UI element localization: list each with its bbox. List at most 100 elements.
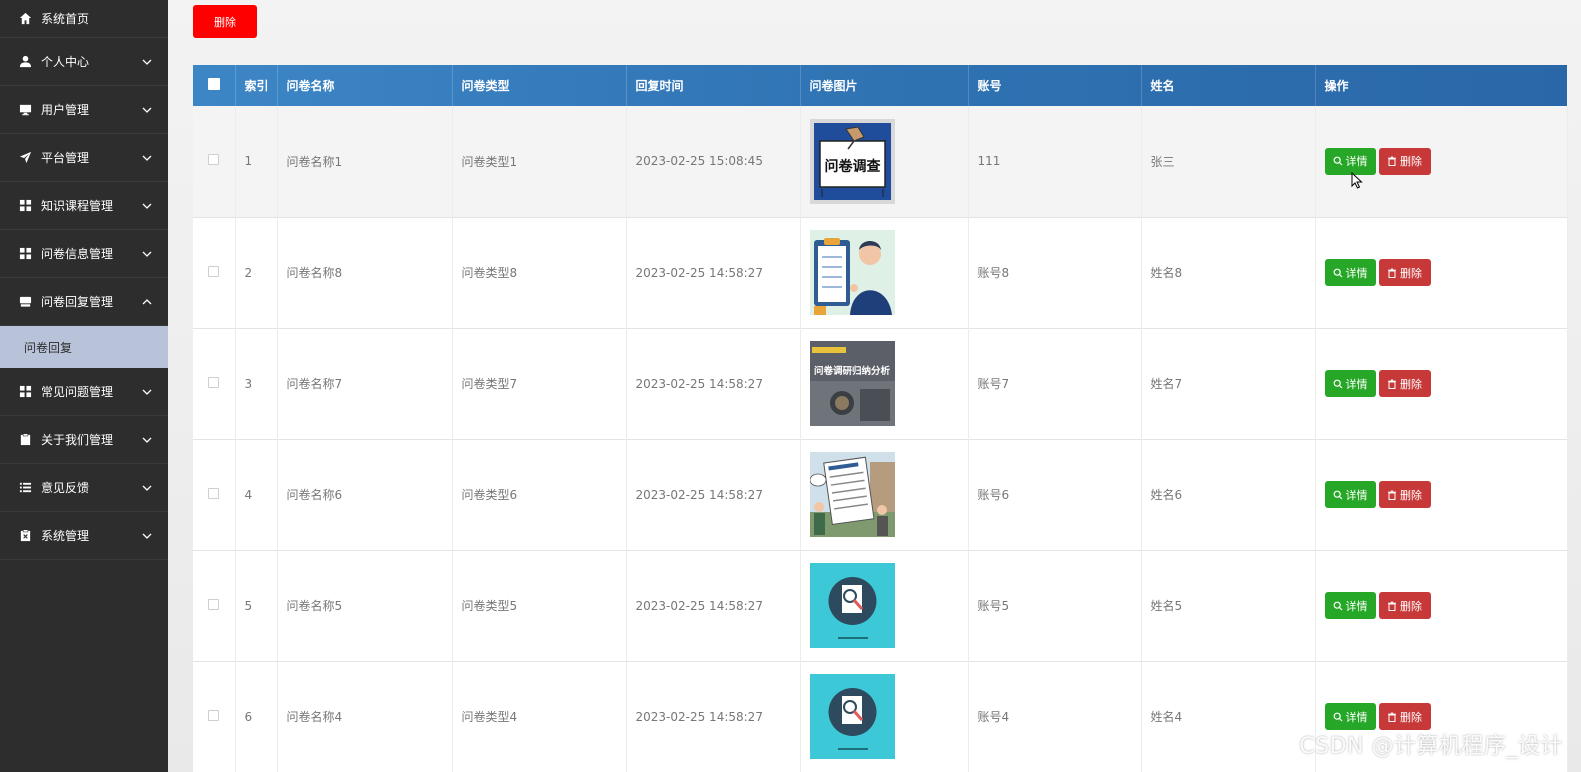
table-row: 2 问卷名称8 问卷类型8 2023-02-25 14:58:27 账号8 姓名… — [193, 217, 1568, 328]
sidebar-item-user-management[interactable]: 用户管理 — [0, 86, 168, 134]
chevron-down-icon — [142, 437, 152, 443]
sidebar-item-survey-reply[interactable]: 问卷回复管理 — [0, 278, 168, 326]
sidebar-item-label: 用户管理 — [41, 103, 90, 117]
svg-text:问卷调查: 问卷调查 — [824, 158, 881, 175]
cell-account: 账号5 — [968, 550, 1142, 661]
sidebar-item-label: 关于我们管理 — [41, 433, 114, 447]
cell-reply-time: 2023-02-25 14:58:27 — [626, 439, 801, 550]
trash-icon — [1388, 490, 1396, 500]
sidebar-item-label: 个人中心 — [41, 55, 90, 69]
sidebar-item-system-management[interactable]: 系统管理 — [0, 512, 168, 560]
cell-survey-image — [800, 550, 969, 661]
chevron-down-icon — [142, 107, 152, 113]
survey-sign-image[interactable]: 问卷调查 — [809, 118, 895, 204]
sidebar-item-about-us[interactable]: 关于我们管理 — [0, 416, 168, 464]
send-icon — [18, 151, 32, 165]
detail-button[interactable]: 详情 — [1324, 259, 1376, 286]
table-row: 1 问卷名称1 问卷类型1 2023-02-25 15:08:45 问卷调查 1… — [193, 106, 1568, 217]
cell-reply-time: 2023-02-25 14:58:27 — [626, 661, 801, 772]
cell-index: 4 — [235, 439, 278, 550]
trash-icon — [1388, 156, 1396, 167]
detail-button[interactable]: 详情 — [1324, 370, 1376, 397]
cell-index: 6 — [235, 661, 278, 772]
people-questionnaire-image[interactable] — [809, 452, 895, 537]
column-header-survey-type: 问卷类型 — [452, 65, 627, 106]
delete-button[interactable]: 删除 — [1378, 703, 1431, 730]
home-icon — [18, 12, 32, 26]
grid-icon — [18, 385, 32, 399]
chevron-down-icon — [142, 251, 152, 257]
delete-button[interactable]: 删除 — [1378, 147, 1431, 175]
cell-reply-time: 2023-02-25 14:58:27 — [626, 328, 801, 439]
table-row: 5 问卷名称5 问卷类型5 2023-02-25 14:58:27 账号5 姓名… — [193, 550, 1568, 661]
delete-button[interactable]: 删除 — [1378, 259, 1431, 286]
sidebar-item-label: 常见问题管理 — [41, 385, 114, 399]
sidebar-item-home[interactable]: 系统首页 — [0, 0, 168, 38]
cell-name: 姓名6 — [1141, 439, 1316, 550]
survey-analysis-image[interactable]: 问卷调研归纳分析 — [809, 341, 895, 426]
row-checkbox[interactable] — [208, 154, 220, 166]
delete-button[interactable]: 删除 — [1378, 592, 1431, 619]
search-icon — [1333, 156, 1342, 166]
table-row: 3 问卷名称7 问卷类型7 2023-02-25 14:58:27 问卷调研归纳… — [193, 328, 1568, 439]
chevron-down-icon — [142, 389, 152, 395]
cell-reply-time: 2023-02-25 14:58:27 — [626, 550, 801, 661]
magnifier-document-image[interactable] — [809, 674, 895, 759]
select-all-checkbox[interactable] — [207, 78, 220, 90]
chevron-down-icon — [142, 59, 152, 65]
column-header-actions: 操作 — [1315, 65, 1568, 106]
cell-account: 账号8 — [968, 217, 1142, 328]
submenu-item-survey-reply[interactable]: 问卷回复 — [0, 326, 168, 368]
sidebar-item-platform-management[interactable]: 平台管理 — [0, 134, 168, 182]
detail-button[interactable]: 详情 — [1324, 147, 1376, 175]
tray-icon — [18, 295, 32, 309]
detail-button[interactable]: 详情 — [1324, 703, 1376, 730]
delete-button[interactable]: 删除 — [1378, 481, 1431, 508]
row-checkbox[interactable] — [208, 265, 220, 277]
cell-survey-type: 问卷类型8 — [452, 217, 627, 328]
cell-survey-name: 问卷名称7 — [277, 328, 453, 439]
delete-button[interactable]: 删除 — [1378, 370, 1431, 397]
sidebar-item-survey-info[interactable]: 问卷信息管理 — [0, 230, 168, 278]
cell-index: 5 — [235, 550, 278, 661]
cell-survey-image — [800, 439, 969, 550]
cell-survey-image: 问卷调查 — [800, 106, 969, 217]
cell-survey-type: 问卷类型6 — [452, 439, 627, 550]
row-checkbox[interactable] — [208, 487, 220, 499]
sidebar-item-label: 问卷回复管理 — [41, 295, 114, 309]
sidebar-item-knowledge-course[interactable]: 知识课程管理 — [0, 182, 168, 230]
chevron-up-icon — [142, 298, 152, 304]
sidebar-item-label: 平台管理 — [41, 151, 90, 165]
column-header-reply-time: 回复时间 — [626, 65, 801, 106]
monitor-icon — [18, 103, 32, 117]
cell-name: 姓名4 — [1141, 661, 1316, 772]
row-checkbox[interactable] — [208, 598, 220, 610]
row-checkbox[interactable] — [208, 376, 220, 388]
watermark: CSDN @计算机程序_设计 — [1299, 734, 1563, 759]
search-icon — [1333, 712, 1342, 721]
magnifier-document-image[interactable] — [809, 563, 895, 648]
sidebar-item-personal-center[interactable]: 个人中心 — [0, 38, 168, 86]
search-icon — [1333, 379, 1342, 388]
cell-survey-name: 问卷名称5 — [277, 550, 453, 661]
cell-actions: 详情 删除 — [1315, 550, 1568, 661]
select-all-checkbox-cell[interactable] — [193, 65, 236, 106]
sidebar-item-label: 知识课程管理 — [41, 199, 114, 213]
cell-survey-type: 问卷类型7 — [452, 328, 627, 439]
search-icon — [1333, 490, 1342, 499]
chevron-down-icon — [142, 485, 152, 491]
cell-actions: 详情 删除 — [1315, 328, 1568, 439]
man-clipboard-image[interactable] — [809, 230, 895, 315]
cell-actions: 详情 删除 — [1315, 217, 1568, 328]
row-checkbox[interactable] — [208, 709, 220, 721]
detail-button[interactable]: 详情 — [1324, 592, 1376, 619]
trash-icon — [1388, 379, 1396, 389]
mouse-cursor-icon — [1351, 172, 1363, 189]
cell-survey-type: 问卷类型5 — [452, 550, 627, 661]
column-header-index: 索引 — [235, 65, 278, 106]
detail-button[interactable]: 详情 — [1324, 481, 1376, 508]
cell-index: 1 — [235, 106, 278, 217]
bulk-delete-button[interactable]: 删除 — [193, 5, 257, 38]
sidebar-item-feedback[interactable]: 意见反馈 — [0, 464, 168, 512]
sidebar-item-faq[interactable]: 常见问题管理 — [0, 368, 168, 416]
